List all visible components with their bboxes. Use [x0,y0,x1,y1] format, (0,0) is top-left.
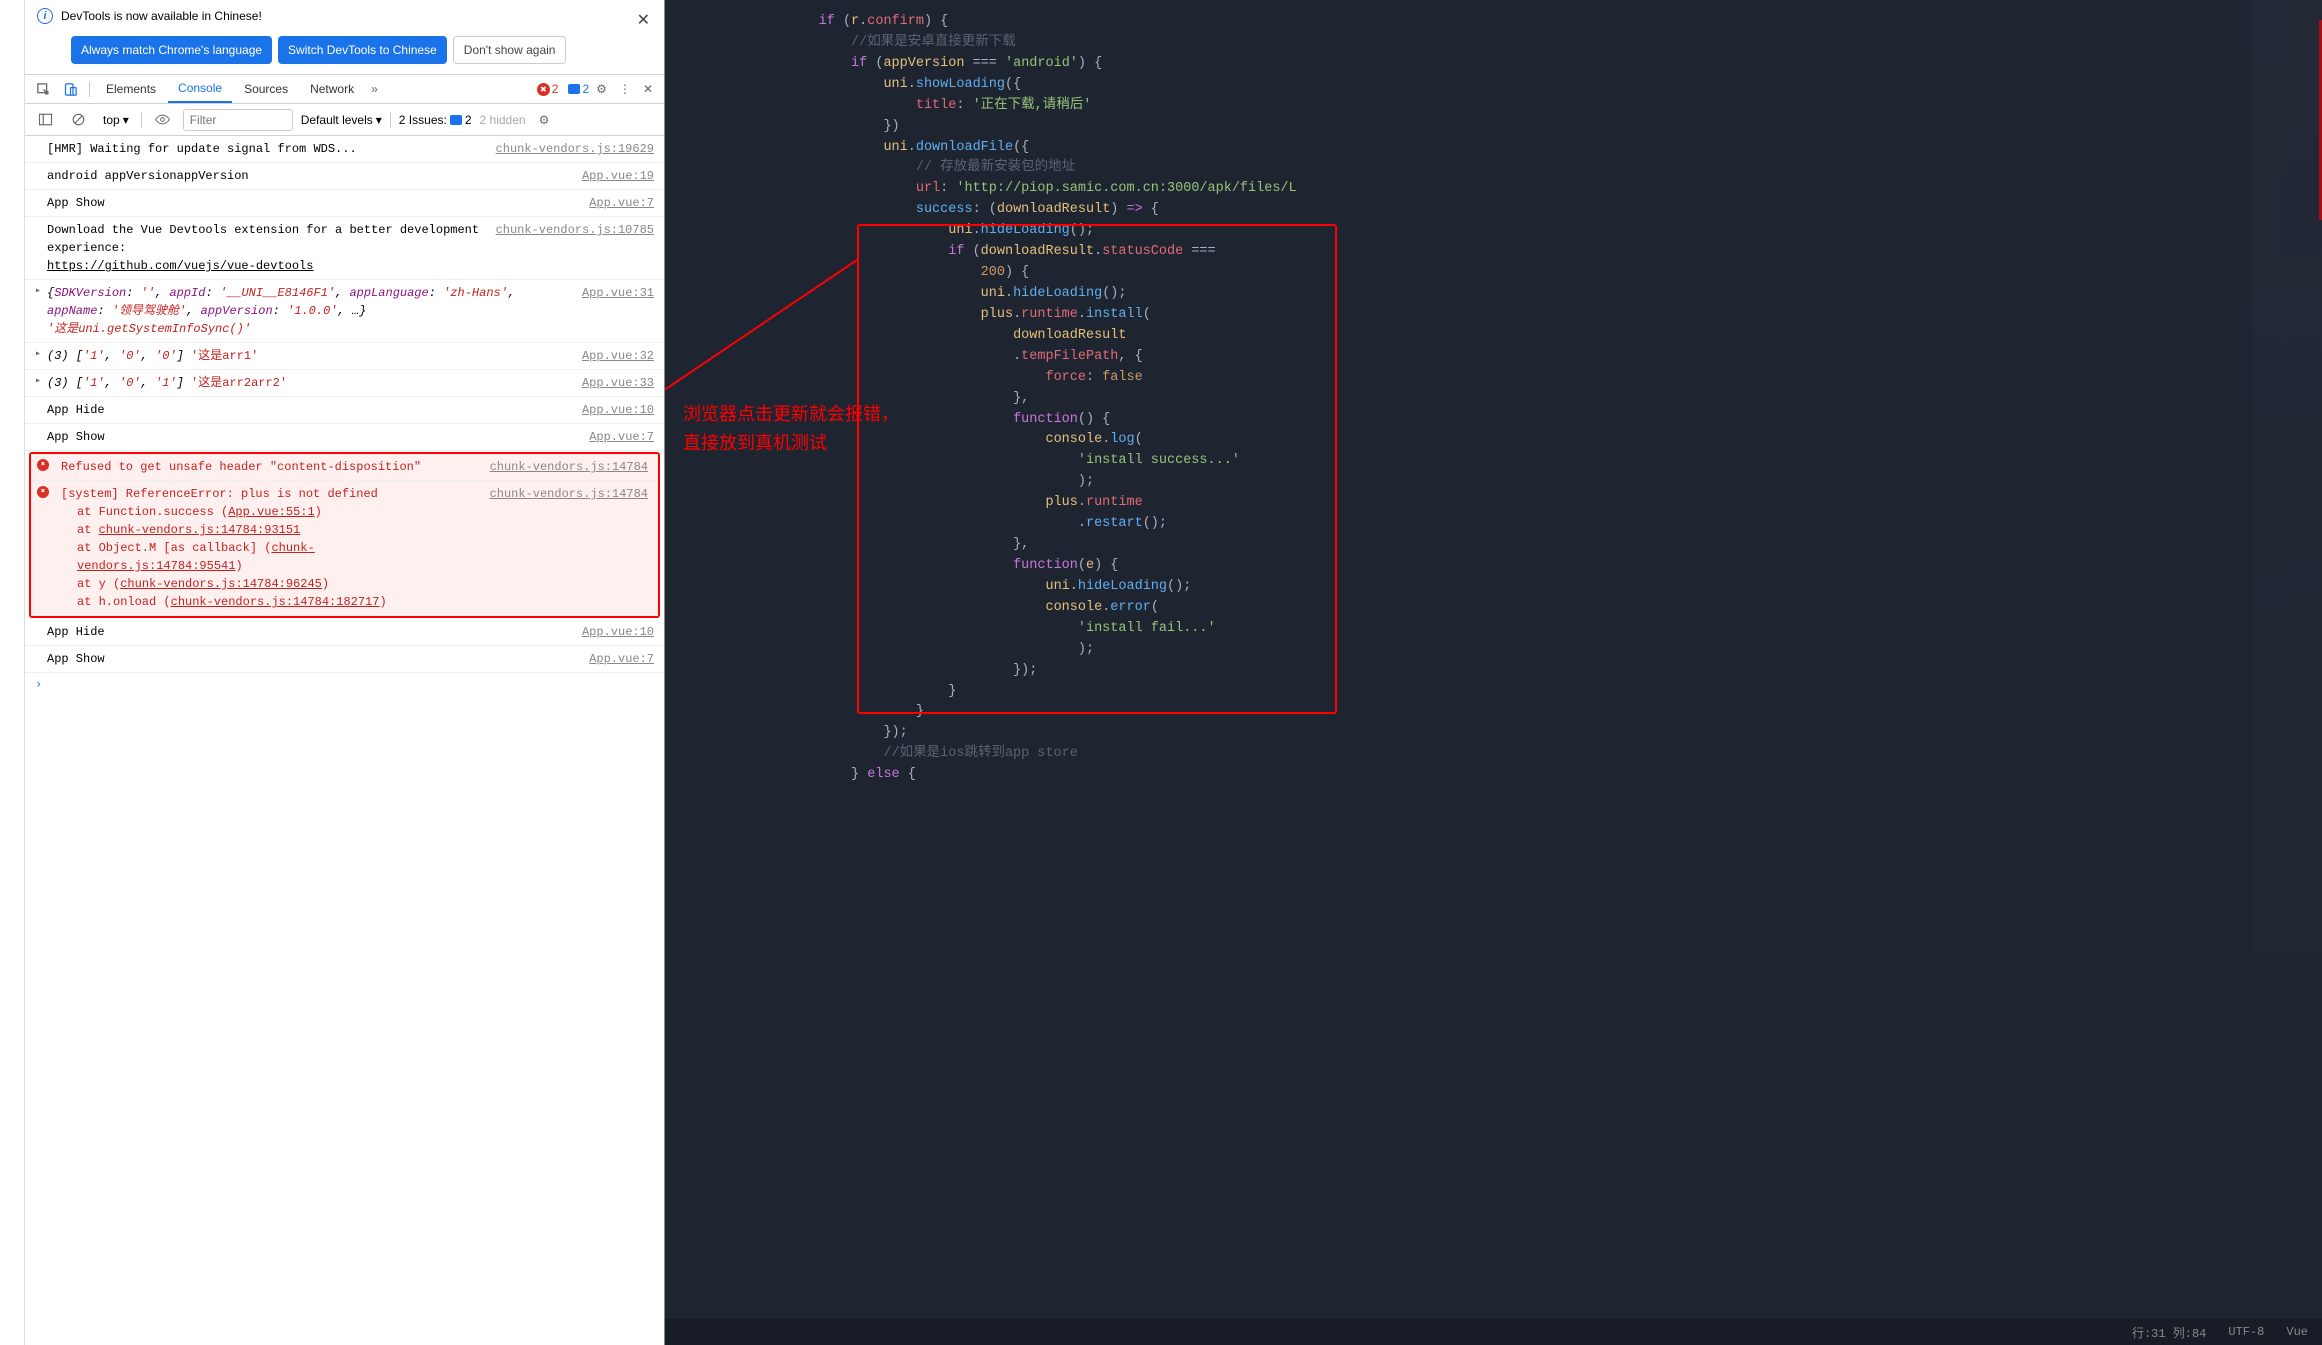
device-toggle-icon[interactable] [58,78,83,101]
console-row: App HideApp.vue:10 [25,619,664,646]
code-editor[interactable]: if (r.confirm) { //如果是安卓直接更新下载 if (appVe… [665,0,2322,1345]
info-banner: i DevTools is now available in Chinese! … [25,0,664,32]
inspect-icon[interactable] [31,78,56,101]
settings-icon[interactable]: ⚙ [591,78,612,100]
source-link[interactable]: App.vue:33 [582,374,654,392]
tab-sources[interactable]: Sources [234,76,298,102]
console-row: App ShowApp.vue:7 [25,646,664,673]
minimap[interactable] [2252,0,2322,1345]
message-badge[interactable]: 2 [568,82,589,96]
console-prompt[interactable] [25,673,664,695]
close-devtools-icon[interactable]: ✕ [638,78,658,100]
error-badge[interactable]: 2 [537,82,559,96]
console-row[interactable]: (3) ['1', '0', '1'] '这是arr2arr2'App.vue:… [25,370,664,397]
source-link[interactable]: chunk-vendors.js:19629 [496,140,654,158]
hidden-count: 2 hidden [480,113,526,127]
encoding[interactable]: UTF-8 [2228,1325,2264,1339]
tab-network[interactable]: Network [300,76,364,102]
console-toolbar: top ▾ Default levels ▾ 2 Issues: 2 2 hid… [25,104,664,136]
issues-link[interactable]: 2 Issues: 2 [399,113,472,127]
source-link[interactable]: App.vue:7 [589,428,654,446]
banner-text: DevTools is now available in Chinese! [61,9,262,23]
console-row: App ShowApp.vue:7 [25,190,664,217]
levels-selector[interactable]: Default levels ▾ [301,113,382,127]
message-icon [568,84,580,94]
tab-console[interactable]: Console [168,75,232,103]
banner-actions: Always match Chrome's language Switch De… [25,32,664,74]
more-tabs-icon[interactable]: » [366,78,383,100]
devtools-panel: i DevTools is now available in Chinese! … [25,0,665,1345]
context-selector[interactable]: top ▾ [99,111,133,129]
source-link[interactable]: chunk-vendors.js:10785 [496,221,654,275]
source-link[interactable]: App.vue:7 [589,650,654,668]
language-mode[interactable]: Vue [2286,1325,2308,1339]
live-expression-icon[interactable] [150,108,175,131]
message-icon [450,115,462,125]
dont-show-button[interactable]: Don't show again [453,36,567,64]
page-gutter [0,0,25,1345]
close-icon[interactable]: ✕ [637,10,650,30]
filter-input[interactable] [183,109,293,131]
divider [89,81,90,97]
annotation-text: 浏览器点击更新就会报错， 直接放到真机测试 [683,400,899,458]
source-link[interactable]: App.vue:10 [582,401,654,419]
code-area: if (r.confirm) { //如果是安卓直接更新下载 if (appVe… [665,0,2322,798]
console-row: Download the Vue Devtools extension for … [25,217,664,280]
console-row[interactable]: (3) ['1', '0', '0'] '这是arr1'App.vue:32 [25,343,664,370]
source-link[interactable]: App.vue:7 [589,194,654,212]
source-link[interactable]: App.vue:10 [582,623,654,641]
console-error-row[interactable]: [system] ReferenceError: plus is not def… [31,481,658,616]
console-row: App HideApp.vue:10 [25,397,664,424]
console-row: App ShowApp.vue:7 [25,424,664,451]
source-link[interactable]: chunk-vendors.js:14784 [490,485,648,611]
console-row: [HMR] Waiting for update signal from WDS… [25,136,664,163]
sidebar-toggle-icon[interactable] [33,108,58,131]
info-icon: i [37,8,53,24]
source-link[interactable]: App.vue:19 [582,167,654,185]
clear-console-icon[interactable] [66,108,91,131]
cursor-position[interactable]: 行:31 列:84 [2132,1324,2206,1341]
source-link[interactable]: chunk-vendors.js:14784 [490,458,648,476]
divider [141,112,142,128]
match-language-button[interactable]: Always match Chrome's language [71,36,272,64]
console-error-row[interactable]: Refused to get unsafe header "content-di… [31,454,658,481]
divider [390,112,391,128]
devtools-tabbar: Elements Console Sources Network » 2 2 ⚙… [25,74,664,104]
console-row: android appVersionappVersionApp.vue:19 [25,163,664,190]
source-link[interactable]: App.vue:31 [582,284,654,338]
console-row[interactable]: {SDKVersion: '', appId: '__UNI__E8146F1'… [25,280,664,343]
tab-elements[interactable]: Elements [96,76,166,102]
editor-statusbar: 行:31 列:84 UTF-8 Vue [665,1319,2322,1345]
switch-chinese-button[interactable]: Switch DevTools to Chinese [278,36,447,64]
console-output[interactable]: [HMR] Waiting for update signal from WDS… [25,136,664,1345]
kebab-icon[interactable]: ⋮ [614,78,636,100]
source-link[interactable]: App.vue:32 [582,347,654,365]
console-settings-icon[interactable]: ⚙ [534,109,555,131]
